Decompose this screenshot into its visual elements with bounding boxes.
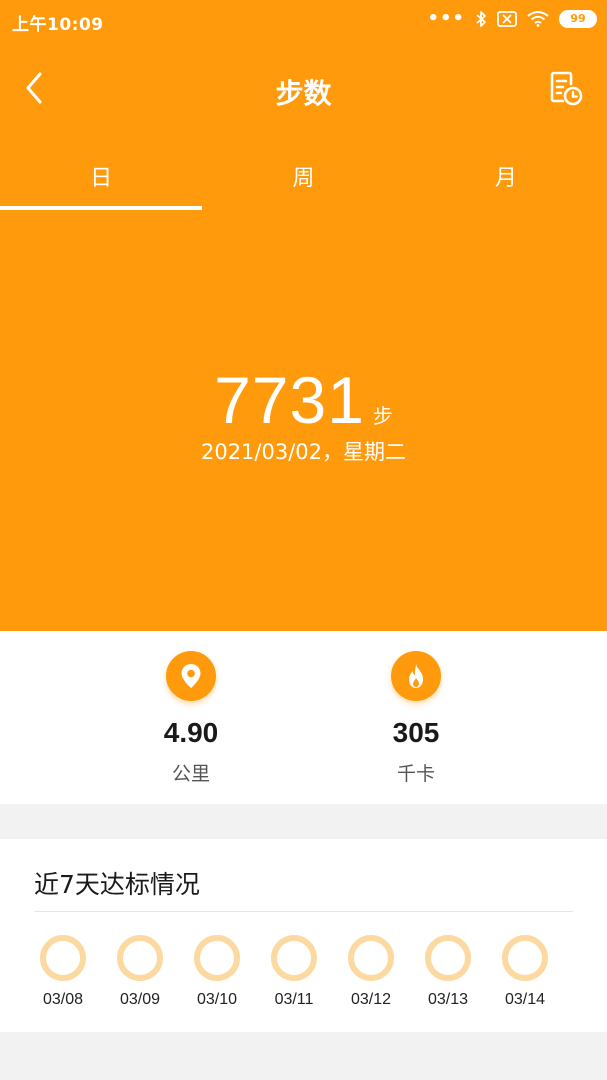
history-button[interactable]: [549, 70, 583, 106]
calories-stat: 305 千卡: [316, 651, 516, 786]
steps-row: 7731 步: [0, 362, 607, 438]
day-label: 03/12: [350, 991, 392, 1008]
steps-hero: 7731 步 2021/03/02，星期二: [0, 134, 607, 631]
bluetooth-icon: [476, 10, 486, 27]
day-label: 03/13: [427, 991, 469, 1008]
wifi-icon: [527, 10, 549, 27]
day-label: 03/08: [42, 991, 84, 1008]
goal-ring: [271, 935, 317, 981]
location-pin-icon: [181, 664, 201, 688]
steps-unit: 步: [372, 404, 393, 428]
weekly-goal-title: 近7天达标情况: [34, 870, 200, 899]
day-label: 03/14: [504, 991, 546, 1008]
steps-count: 7731: [214, 363, 365, 437]
page-title: 步数: [275, 77, 332, 110]
day-label: 03/10: [196, 991, 238, 1008]
calories-value: 305: [392, 717, 440, 748]
calories-unit: 千卡: [396, 763, 435, 785]
day-ring-item[interactable]: 03/09: [105, 935, 175, 1009]
goal-ring: [40, 935, 86, 981]
steps-date: 2021/03/02，星期二: [200, 440, 407, 464]
title-bar: 步数: [0, 44, 607, 134]
day-ring-item[interactable]: 03/10: [182, 935, 252, 1009]
day-ring-item[interactable]: 03/08: [28, 935, 98, 1009]
distance-value: 4.90: [163, 717, 219, 748]
distance-stat: 4.90 公里: [91, 651, 291, 786]
day-ring-item[interactable]: 03/14: [490, 935, 560, 1009]
flame-icon: [409, 664, 423, 688]
day-ring-item[interactable]: 03/13: [413, 935, 483, 1009]
goal-ring: [348, 935, 394, 981]
battery-icon: 99: [559, 9, 597, 28]
divider: [34, 911, 573, 912]
goal-ring: [502, 935, 548, 981]
goal-ring: [194, 935, 240, 981]
calories-icon-circle: [391, 651, 441, 701]
stats-panel: 4.90 公里 305 千卡: [0, 631, 607, 804]
status-time: 上午10:09: [12, 15, 104, 35]
status-icons: ••• 99: [427, 8, 597, 29]
goal-ring: [425, 935, 471, 981]
weekly-goal-card: 近7天达标情况 03/08 03/09 03/10 03/11 03/12 03…: [0, 839, 607, 1032]
day-label: 03/09: [119, 991, 161, 1008]
day-ring-item[interactable]: 03/12: [336, 935, 406, 1009]
sim-off-icon: [497, 10, 517, 27]
battery-level: 99: [570, 12, 586, 25]
goal-ring: [117, 935, 163, 981]
day-label: 03/11: [274, 991, 314, 1008]
history-record-icon: [550, 71, 583, 106]
day-ring-item[interactable]: 03/11: [259, 935, 329, 1009]
distance-unit: 公里: [171, 763, 210, 785]
status-bar: 上午10:09 ••• 99: [0, 0, 607, 44]
more-dots-icon: •••: [427, 8, 465, 29]
distance-icon-circle: [166, 651, 216, 701]
